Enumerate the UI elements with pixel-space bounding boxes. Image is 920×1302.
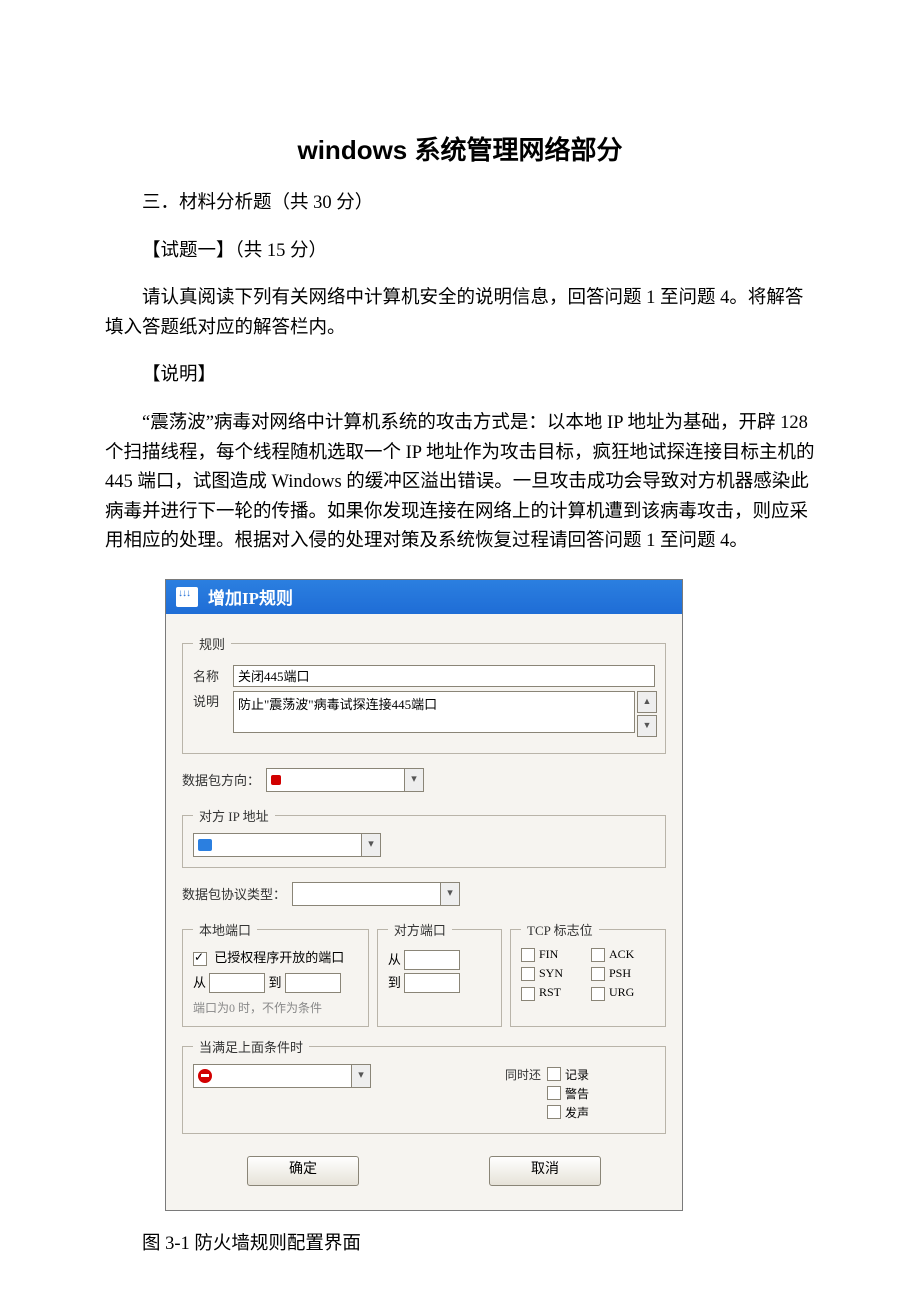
- figure-caption: 图 3-1 防火墙规则配置界面: [105, 1229, 815, 1255]
- local-port-legend: 本地端口: [193, 920, 257, 939]
- tcp-urg-checkbox[interactable]: [591, 987, 605, 1001]
- condition-group: 当满足上面条件时 同时还 记录: [182, 1037, 666, 1134]
- tcp-rst-checkbox[interactable]: [521, 987, 535, 1001]
- authorized-label: 已授权程序开放的端口: [214, 950, 344, 965]
- remote-port-to-input[interactable]: [404, 973, 460, 993]
- tcp-syn-label: SYN: [539, 966, 563, 980]
- tcp-psh-label: PSH: [609, 966, 631, 980]
- shuoming-paragraph: “震荡波”病毒对网络中计算机系统的攻击方式是：以本地 IP 地址为基础，开辟 1…: [105, 409, 815, 557]
- document-title: windows 系统管理网络部分: [105, 130, 815, 167]
- action-dropdown[interactable]: [193, 1064, 371, 1088]
- dialog-titlebar: 增加IP规则: [166, 580, 682, 614]
- intro-paragraph: 请认真阅读下列有关网络中计算机安全的说明信息，回答问题 1 至问题 4。将解答填…: [105, 284, 815, 343]
- ok-button[interactable]: 确定: [247, 1156, 359, 1186]
- sound-label: 发声: [565, 1104, 589, 1121]
- tcp-psh-checkbox[interactable]: [591, 967, 605, 981]
- local-port-from-input[interactable]: [209, 973, 265, 993]
- remote-port-group: 对方端口 从 到: [377, 920, 502, 1027]
- tcp-fin-checkbox[interactable]: [521, 948, 535, 962]
- direction-dropdown[interactable]: [266, 768, 424, 792]
- block-icon: [198, 1069, 212, 1083]
- protocol-dropdown[interactable]: [292, 882, 460, 906]
- shuoming-label: 【说明】: [105, 361, 815, 391]
- network-icon: [198, 839, 212, 851]
- scroll-down-button[interactable]: ▼: [637, 715, 657, 737]
- name-label: 名称: [193, 666, 233, 685]
- tcp-urg-label: URG: [609, 985, 634, 999]
- rule-icon: [176, 587, 198, 607]
- condition-legend: 当满足上面条件时: [193, 1037, 309, 1056]
- same-time-label: 同时还: [505, 1066, 541, 1083]
- alert-label: 警告: [565, 1085, 589, 1102]
- direction-label: 数据包方向：: [182, 770, 260, 789]
- tcp-rst-label: RST: [539, 985, 561, 999]
- tcp-ack-checkbox[interactable]: [591, 948, 605, 962]
- port-note: 端口为0 时，不作为条件: [193, 999, 358, 1016]
- desc-label: 说明: [193, 691, 233, 710]
- log-checkbox[interactable]: [547, 1067, 561, 1081]
- local-from-label: 从: [193, 975, 206, 990]
- scroll-up-button[interactable]: ▲: [637, 691, 657, 713]
- protocol-label: 数据包协议类型：: [182, 884, 286, 903]
- sound-checkbox[interactable]: [547, 1105, 561, 1119]
- ip-group-legend: 对方 IP 地址: [193, 806, 275, 825]
- ip-address-group: 对方 IP 地址: [182, 806, 666, 868]
- remote-from-label: 从: [388, 952, 401, 967]
- cancel-button[interactable]: 取消: [489, 1156, 601, 1186]
- rule-name-input[interactable]: [233, 665, 655, 687]
- ip-address-dropdown[interactable]: [193, 833, 381, 857]
- question-header: 【试题一】（共 15 分）: [105, 237, 815, 267]
- tcp-fin-label: FIN: [539, 947, 558, 961]
- rule-group: 规则 名称 说明 ▲ ▼: [182, 634, 666, 754]
- rule-group-legend: 规则: [193, 634, 231, 653]
- local-to-label: 到: [269, 975, 282, 990]
- log-label: 记录: [565, 1066, 589, 1083]
- authorized-port-checkbox[interactable]: [193, 952, 207, 966]
- remote-port-legend: 对方端口: [388, 920, 452, 939]
- local-port-to-input[interactable]: [285, 973, 341, 993]
- tcp-flags-group: TCP 标志位 FIN ACK SYN PSH RST URG: [510, 920, 666, 1027]
- tcp-ack-label: ACK: [609, 947, 634, 961]
- alert-checkbox[interactable]: [547, 1086, 561, 1100]
- local-port-group: 本地端口 已授权程序开放的端口 从 到 端口为0 时，不作为条件: [182, 920, 369, 1027]
- remote-port-from-input[interactable]: [404, 950, 460, 970]
- firewall-rule-dialog: 增加IP规则 规则 名称 说明 ▲ ▼: [165, 579, 683, 1211]
- tcp-syn-checkbox[interactable]: [521, 967, 535, 981]
- tcp-flags-legend: TCP 标志位: [521, 920, 599, 939]
- dialog-title: 增加IP规则: [208, 584, 293, 609]
- arrow-icon: [271, 775, 281, 785]
- section-header: 三．材料分析题（共 30 分）: [105, 189, 815, 219]
- remote-to-label: 到: [388, 975, 401, 990]
- rule-desc-input[interactable]: [233, 691, 635, 733]
